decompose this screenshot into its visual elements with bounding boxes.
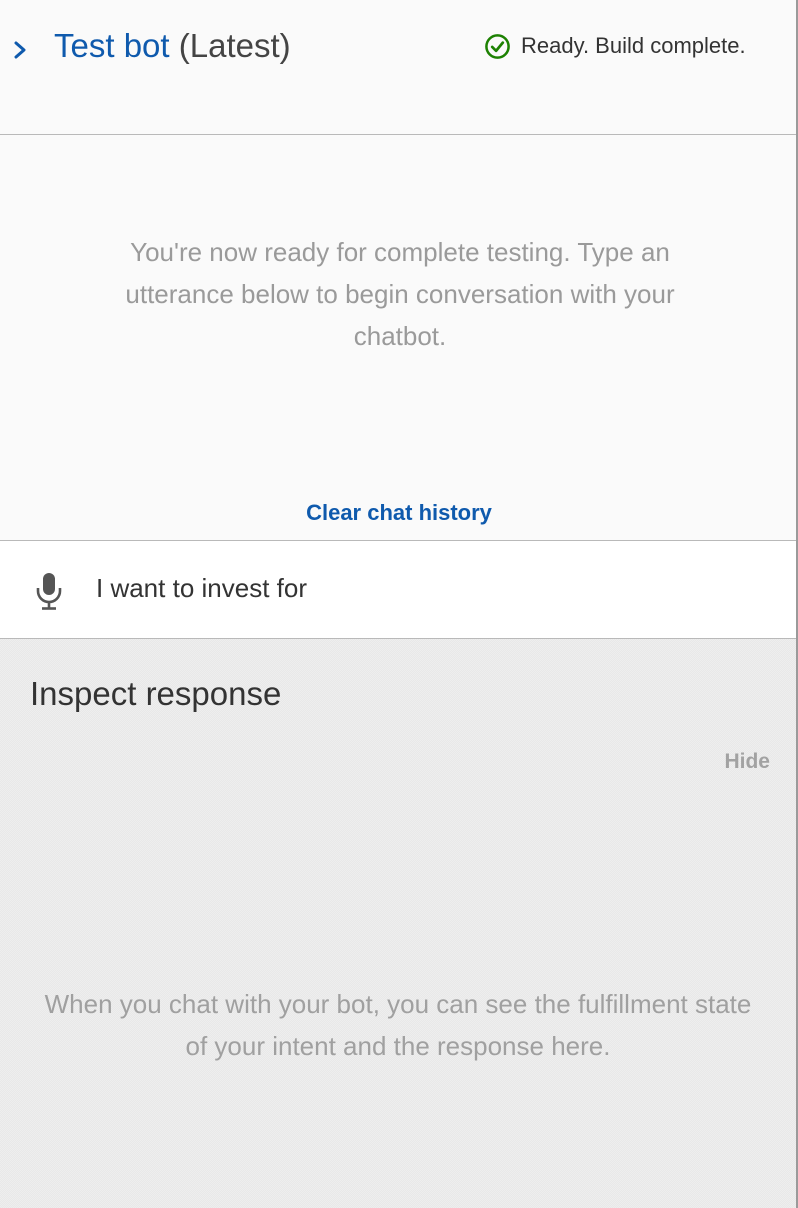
panel-header: Test bot (Latest) Ready. Build complete. xyxy=(0,0,796,135)
bot-version: (Latest) xyxy=(178,27,291,64)
utterance-input[interactable] xyxy=(96,567,756,609)
ready-message: You're now ready for complete testing. T… xyxy=(125,237,675,351)
inspect-empty-message: When you chat with your bot, you can see… xyxy=(44,989,752,1061)
bot-name[interactable]: Test bot xyxy=(54,27,170,64)
inspect-response-section: Inspect response Hide When you chat with… xyxy=(0,639,796,1208)
test-bot-panel: Test bot (Latest) Ready. Build complete.… xyxy=(0,0,798,1208)
status-text: Ready. Build complete. xyxy=(521,33,746,58)
hide-button[interactable]: Hide xyxy=(724,750,770,774)
clear-chat-history-link[interactable]: Clear chat history xyxy=(0,500,798,526)
panel-title: Test bot (Latest) xyxy=(54,26,291,66)
inspect-response-title: Inspect response xyxy=(30,675,282,712)
chat-area: You're now ready for complete testing. T… xyxy=(0,135,796,539)
build-status: Ready. Build complete. xyxy=(484,31,746,61)
check-circle-icon xyxy=(485,33,510,59)
utterance-input-row xyxy=(0,540,796,639)
chevron-right-icon[interactable] xyxy=(10,34,32,64)
microphone-icon[interactable] xyxy=(34,571,64,611)
